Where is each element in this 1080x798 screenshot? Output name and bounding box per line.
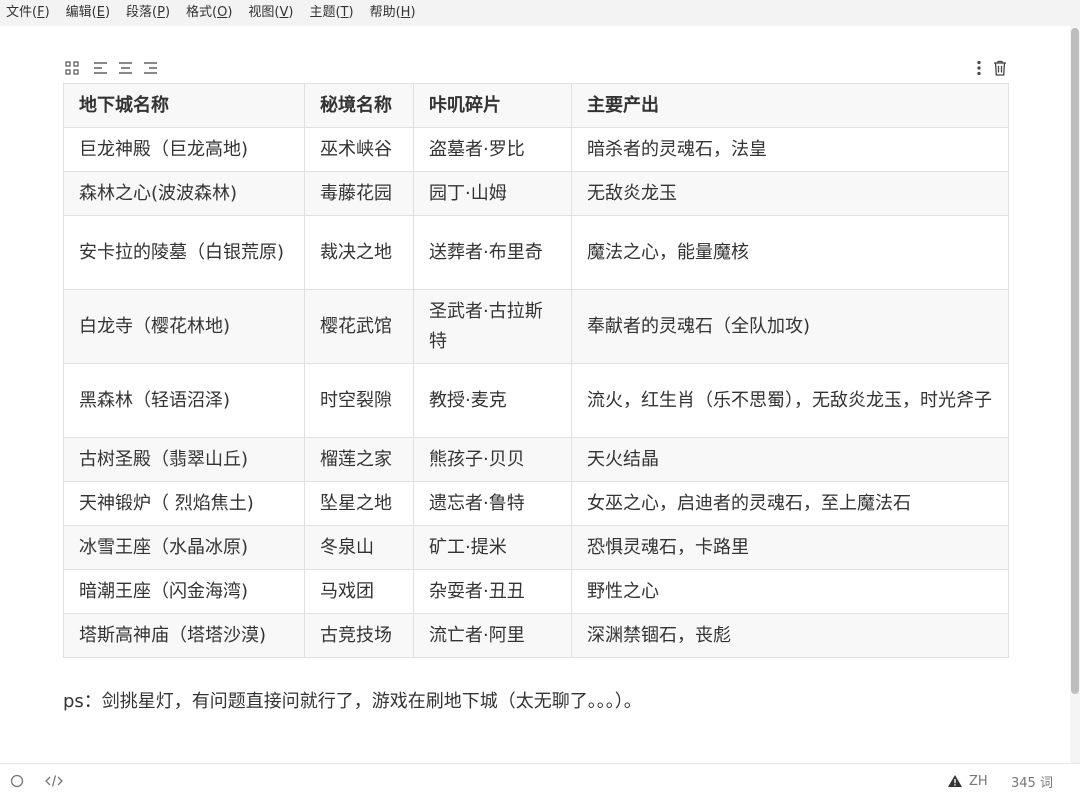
warning-icon[interactable] <box>947 764 963 798</box>
table-cell[interactable]: 流亡者·阿里 <box>413 613 572 658</box>
table-cell[interactable]: 园丁·山姆 <box>413 171 572 216</box>
table-cell[interactable]: 无敌炎龙玉 <box>571 171 1009 216</box>
grid-icon[interactable] <box>63 58 81 78</box>
table-row: 暗潮王座（闪金海湾) 马戏团 杂耍者·丑丑 野性之心 <box>63 569 1009 614</box>
table-cell[interactable]: 榴莲之家 <box>304 437 414 482</box>
table-row: 冰雪王座（水晶冰原) 冬泉山 矿工·提米 恐惧灵魂石，卡路里 <box>63 525 1009 570</box>
vertical-scrollbar-thumb[interactable] <box>1071 28 1079 694</box>
table-cell[interactable]: 送葬者·布里奇 <box>413 215 572 290</box>
table-cell[interactable]: 冰雪王座（水晶冰原) <box>63 525 305 570</box>
table-cell[interactable]: 巨龙神殿（巨龙高地) <box>63 127 305 172</box>
table-row: 森林之心(波波森林) 毒藤花园 园丁·山姆 无敌炎龙玉 <box>63 171 1009 216</box>
status-bar: ZH 345 词 <box>0 763 1080 798</box>
table-cell[interactable]: 时空裂隙 <box>304 363 414 438</box>
column-header[interactable]: 咔叽碎片 <box>413 83 572 128</box>
align-left-icon[interactable] <box>91 58 109 78</box>
menu-theme[interactable]: 主题(T) <box>301 0 361 26</box>
table-cell[interactable]: 暗杀者的灵魂石，法皇 <box>571 127 1009 172</box>
table-row: 黑森林（轻语沼泽) 时空裂隙 教授·麦克 流火，红生肖（乐不思蜀），无敌炎龙玉，… <box>63 363 1009 438</box>
outline-toggle-icon[interactable] <box>10 764 24 798</box>
source-code-icon[interactable] <box>44 764 64 798</box>
menu-view[interactable]: 视图(V) <box>240 0 301 26</box>
table-cell[interactable]: 巫术峡谷 <box>304 127 414 172</box>
column-header[interactable]: 主要产出 <box>571 83 1009 128</box>
table-row: 白龙寺（樱花林地) 樱花武馆 圣武者·古拉斯特 奉献者的灵魂石（全队加攻) <box>63 289 1009 364</box>
column-header[interactable]: 秘境名称 <box>304 83 414 128</box>
table-cell[interactable]: 天火结晶 <box>571 437 1009 482</box>
table-cell[interactable]: 冬泉山 <box>304 525 414 570</box>
table-cell[interactable]: 古竞技场 <box>304 613 414 658</box>
menu-paragraph[interactable]: 段落(P) <box>118 0 178 26</box>
language-indicator[interactable]: ZH <box>969 764 988 798</box>
table-cell[interactable]: 魔法之心，能量魔核 <box>571 215 1009 290</box>
table-cell[interactable]: 森林之心(波波森林) <box>63 171 305 216</box>
table-cell[interactable]: 马戏团 <box>304 569 414 614</box>
table-row: 古树圣殿（翡翠山丘) 榴莲之家 熊孩子·贝贝 天火结晶 <box>63 437 1009 482</box>
menu-help[interactable]: 帮助(H) <box>362 0 424 26</box>
table-cell[interactable]: 恐惧灵魂石，卡路里 <box>571 525 1009 570</box>
table-cell[interactable]: 熊孩子·贝贝 <box>413 437 572 482</box>
table-row: 安卡拉的陵墓（白银荒原) 裁决之地 送葬者·布里奇 魔法之心，能量魔核 <box>63 215 1009 290</box>
table-cell[interactable]: 野性之心 <box>571 569 1009 614</box>
table-cell[interactable]: 女巫之心，启迪者的灵魂石，至上魔法石 <box>571 481 1009 526</box>
align-center-icon[interactable] <box>116 58 134 78</box>
table-cell[interactable]: 天神锻炉（ 烈焰焦土) <box>63 481 305 526</box>
table-header-row: 地下城名称 秘境名称 咔叽碎片 主要产出 <box>63 83 1009 128</box>
table-row: 塔斯高神庙（塔塔沙漠) 古竞技场 流亡者·阿里 深渊禁锢石，丧彪 <box>63 613 1009 658</box>
table-row: 天神锻炉（ 烈焰焦土) 坠星之地 遗忘者·鲁特 女巫之心，启迪者的灵魂石，至上魔… <box>63 481 1009 526</box>
table-cell[interactable]: 塔斯高神庙（塔塔沙漠) <box>63 613 305 658</box>
data-table: 地下城名称 秘境名称 咔叽碎片 主要产出 巨龙神殿（巨龙高地) 巫术峡谷 盗墓者… <box>63 83 1009 658</box>
table-cell[interactable]: 盗墓者·罗比 <box>413 127 572 172</box>
column-header[interactable]: 地下城名称 <box>63 83 305 128</box>
table-cell[interactable]: 裁决之地 <box>304 215 414 290</box>
table-cell[interactable]: 圣武者·古拉斯特 <box>413 289 572 364</box>
table-cell[interactable]: 樱花武馆 <box>304 289 414 364</box>
menu-bar: 文件(F) 编辑(E) 段落(P) 格式(O) 视图(V) 主题(T) 帮助(H… <box>0 0 1080 26</box>
trash-icon[interactable] <box>991 58 1009 78</box>
table-cell[interactable]: 遗忘者·鲁特 <box>413 481 572 526</box>
table-cell[interactable]: 黑森林（轻语沼泽) <box>63 363 305 438</box>
menu-edit[interactable]: 编辑(E) <box>58 0 118 26</box>
more-vertical-icon[interactable] <box>970 58 988 78</box>
ps-paragraph[interactable]: ps：剑挑星灯，有问题直接问就行了，游戏在刷地下城（太无聊了。。。）。 <box>63 688 642 716</box>
table-cell[interactable]: 教授·麦克 <box>413 363 572 438</box>
table-cell[interactable]: 安卡拉的陵墓（白银荒原) <box>63 215 305 290</box>
menu-file[interactable]: 文件(F) <box>0 0 58 26</box>
table-cell[interactable]: 深渊禁锢石，丧彪 <box>571 613 1009 658</box>
word-count[interactable]: 345 词 <box>1011 764 1053 798</box>
table-cell[interactable]: 坠星之地 <box>304 481 414 526</box>
table-cell[interactable]: 古树圣殿（翡翠山丘) <box>63 437 305 482</box>
table-row: 巨龙神殿（巨龙高地) 巫术峡谷 盗墓者·罗比 暗杀者的灵魂石，法皇 <box>63 127 1009 172</box>
table-cell[interactable]: 流火，红生肖（乐不思蜀），无敌炎龙玉，时光斧子 <box>571 363 1009 438</box>
align-right-icon[interactable] <box>141 58 159 78</box>
table-cell[interactable]: 杂耍者·丑丑 <box>413 569 572 614</box>
table-cell[interactable]: 奉献者的灵魂石（全队加攻) <box>571 289 1009 364</box>
table-cell[interactable]: 暗潮王座（闪金海湾) <box>63 569 305 614</box>
table-toolbar <box>63 58 1007 80</box>
table-cell[interactable]: 白龙寺（樱花林地) <box>63 289 305 364</box>
menu-format[interactable]: 格式(O) <box>178 0 240 26</box>
table-cell[interactable]: 毒藤花园 <box>304 171 414 216</box>
table-cell[interactable]: 矿工·提米 <box>413 525 572 570</box>
